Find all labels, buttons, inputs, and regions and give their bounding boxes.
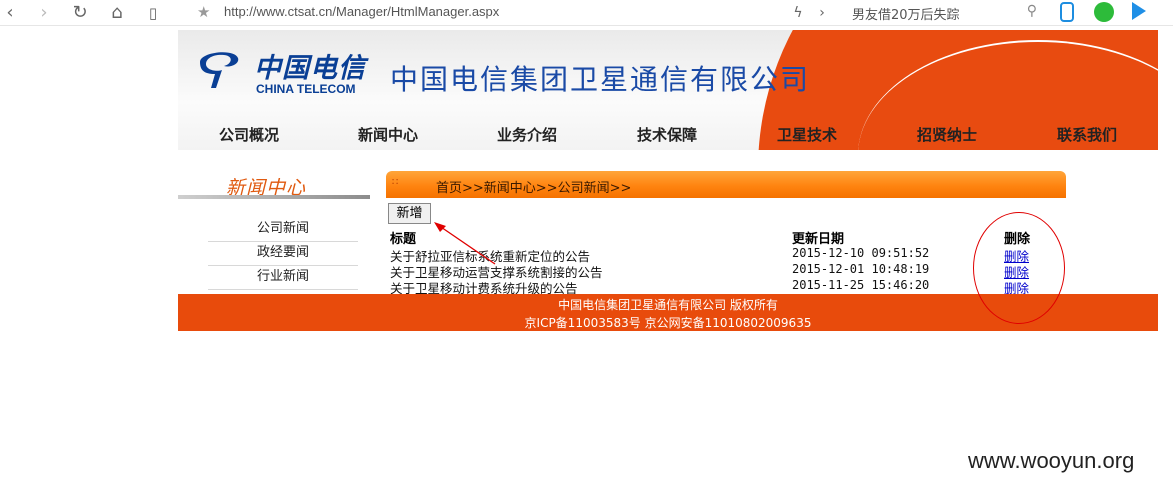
menu-item-tech-support[interactable]: 技术保障 xyxy=(637,124,697,145)
bookmark-star-icon[interactable]: ★ xyxy=(197,3,210,21)
sidebar-item-company-news[interactable]: 公司新闻 xyxy=(208,218,358,242)
sidebar-title: 新闻中心 xyxy=(178,170,370,200)
logo-chinese: 中国电信 xyxy=(254,53,366,84)
news-date: 2015-12-01 10:48:19 xyxy=(792,262,930,276)
annotation-arrow-icon xyxy=(434,222,496,265)
sidebar-title-bar xyxy=(178,195,370,199)
logo-english: CHINA TELECOM xyxy=(256,82,356,96)
main-menu: 公司概况 新闻中心 业务介绍 技术保障 卫星技术 招贤纳士 联系我们 xyxy=(178,124,1158,148)
menu-item-news[interactable]: 新闻中心 xyxy=(358,124,418,145)
news-date: 2015-12-10 09:51:52 xyxy=(792,246,930,260)
news-date: 2015-11-25 15:46:20 xyxy=(792,278,930,292)
sidebar-item-policy-news[interactable]: 政经要闻 xyxy=(208,242,358,266)
table-row: 关于卫星移动计费系统升级的公告 2015-11-25 15:46:20 删除 xyxy=(390,278,1050,294)
breadcrumb: ∷ 首页>>新闻中心>>公司新闻>> xyxy=(386,171,1066,198)
news-title[interactable]: 关于卫星移动计费系统升级的公告 xyxy=(390,278,578,294)
back-icon[interactable]: ‹ xyxy=(0,3,20,23)
play-icon[interactable] xyxy=(1132,2,1146,20)
menu-item-business[interactable]: 业务介绍 xyxy=(497,124,557,145)
breadcrumb-dots-icon: ∷ xyxy=(392,177,399,188)
watermark: www.wooyun.org xyxy=(968,448,1135,473)
browser-toolbar: ‹ › ↻ ⌂ ▯ ★ http://www.ctsat.cn/Manager/… xyxy=(0,0,1173,26)
phone-icon[interactable] xyxy=(1060,2,1074,22)
home-icon[interactable]: ⌂ xyxy=(107,3,127,23)
add-news-button[interactable]: 新增 xyxy=(388,203,431,224)
refresh-icon[interactable]: ↻ xyxy=(70,3,90,23)
sidebar-item-industry-news[interactable]: 行业新闻 xyxy=(208,266,358,290)
site-banner: 中国电信 CHINA TELECOM 中国电信集团卫星通信有限公司 公司概况 新… xyxy=(178,30,1158,150)
menu-item-overview[interactable]: 公司概况 xyxy=(219,124,279,145)
annotation-circle xyxy=(973,212,1065,324)
breadcrumb-text[interactable]: 首页>>新闻中心>>公司新闻>> xyxy=(436,177,631,196)
address-bar[interactable]: http://www.ctsat.cn/Manager/HtmlManager.… xyxy=(224,4,499,19)
menu-item-contact[interactable]: 联系我们 xyxy=(1057,124,1117,145)
china-telecom-logo-icon xyxy=(200,52,239,88)
search-icon[interactable]: ⚲ xyxy=(1027,3,1037,19)
company-name: 中国电信集团卫星通信有限公司 xyxy=(390,63,811,96)
flash-icon[interactable]: ϟ xyxy=(788,3,808,23)
forward-icon[interactable]: › xyxy=(34,3,54,23)
menu-item-satellite[interactable]: 卫星技术 xyxy=(777,124,837,145)
reader-icon[interactable]: ▯ xyxy=(143,3,163,23)
menu-item-careers[interactable]: 招贤纳士 xyxy=(917,124,977,145)
wechat-icon[interactable] xyxy=(1094,2,1114,22)
expand-icon[interactable]: › xyxy=(812,3,832,23)
search-box[interactable]: 男友借20万后失踪 ⚲ xyxy=(845,2,1041,24)
search-hint: 男友借20万后失踪 xyxy=(852,8,960,23)
